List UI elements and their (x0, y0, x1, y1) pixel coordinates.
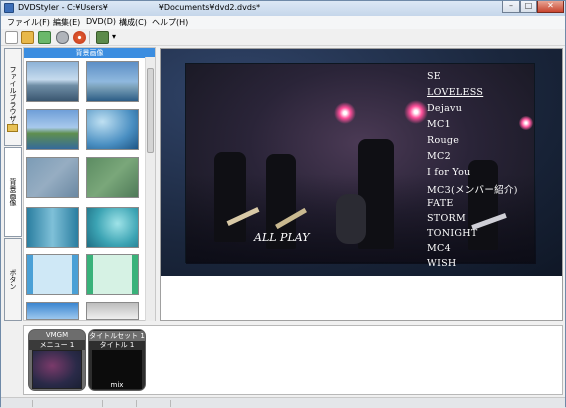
background-thumbnail[interactable] (26, 157, 79, 198)
titleset-header: VMGM (45, 331, 69, 339)
folder-icon (7, 124, 18, 132)
status-cell (33, 400, 103, 407)
menu-button-track[interactable]: WISH (427, 258, 457, 269)
menu-help[interactable]: ヘルプ(H) (152, 17, 188, 28)
background-thumbnail[interactable] (86, 61, 139, 102)
menu-button-track[interactable]: MC2 (427, 151, 451, 162)
menu-preview[interactable]: SE LOVELESS Dejavu MC1 Rouge MC2 I for Y… (161, 49, 562, 276)
drum-kit (336, 194, 366, 244)
new-file-icon[interactable] (5, 31, 18, 44)
export-dropdown-arrow-icon[interactable]: ▾ (112, 32, 116, 41)
side-tab-strip: ファイルブラウザー 背景画像 ボタン (4, 48, 22, 321)
export-icon[interactable] (96, 31, 109, 44)
background-thumbnail[interactable] (26, 254, 79, 295)
band-member-guitarist (214, 152, 246, 242)
menu-bar: ファイル(F) 編集(E) DVD(D) 構成(C) ヘルプ(H) (1, 16, 565, 29)
tab-file-browser-label: ファイルブラウザー (9, 65, 17, 129)
menu-button-track[interactable]: MC3(メンバー紹介) (427, 182, 518, 196)
title-bar: DVDStyler - C:¥Users¥ ¥Documents¥dvd2.dv… (1, 1, 565, 16)
menu-configuration[interactable]: 構成(C) (119, 17, 147, 28)
background-thumbnail[interactable] (86, 109, 139, 150)
status-cell (1, 400, 33, 407)
settings-wrench-icon[interactable] (56, 31, 69, 44)
menu-button-track[interactable]: MC1 (427, 119, 451, 130)
menu-button-track[interactable]: FATE (427, 198, 454, 209)
scrollbar-thumb[interactable] (147, 68, 154, 153)
background-thumbnail[interactable] (86, 157, 139, 198)
stage-light (334, 102, 356, 124)
tab-buttons[interactable]: ボタン (4, 238, 22, 321)
menu-button-track[interactable]: STORM (427, 213, 466, 224)
menu-editor-canvas[interactable]: SE LOVELESS Dejavu MC1 Rouge MC2 I for Y… (160, 48, 563, 321)
menu-button-track[interactable]: I for You (427, 167, 471, 178)
menu-thumbnail (32, 350, 82, 389)
menu-button-track[interactable]: Rouge (427, 135, 459, 146)
background-thumbnail[interactable] (26, 109, 79, 150)
background-thumbnail[interactable] (26, 207, 79, 248)
background-panel-header: 背景画像 (24, 48, 155, 58)
menu-button-track[interactable]: LOVELESS (427, 87, 483, 98)
toolbar: ▾ (1, 29, 565, 46)
titleset-manager: VMGM メニュー 1 タイトルセット 1 タイトル 1 mix (23, 325, 563, 395)
menu-button-track[interactable]: Dejavu (427, 103, 462, 114)
dvdstyler-app-icon (4, 3, 14, 13)
titleset-subheader: タイトル 1 (99, 341, 135, 349)
titleset-1-title[interactable]: タイトルセット 1 タイトル 1 mix (88, 329, 146, 391)
menu-button-track[interactable]: SE (427, 71, 441, 82)
background-thumbnail[interactable] (86, 254, 139, 295)
menu-file[interactable]: ファイル(F) (7, 17, 50, 28)
stage-light (404, 100, 428, 124)
title-caption: mix (110, 381, 124, 389)
minimize-button[interactable]: – (502, 1, 520, 13)
status-bar (1, 397, 565, 408)
status-cell (137, 400, 171, 407)
toolbar-separator (89, 31, 90, 44)
window-title: DVDStyler - C:¥Users¥ ¥Documents¥dvd2.dv… (18, 3, 261, 12)
add-file-icon[interactable] (38, 31, 51, 44)
tab-backgrounds[interactable]: 背景画像 (4, 147, 22, 237)
stage-light (519, 116, 533, 130)
menu-button-track[interactable]: MC4 (427, 243, 451, 254)
burn-disc-icon[interactable] (73, 31, 86, 44)
tab-backgrounds-label: 背景画像 (9, 178, 17, 206)
background-thumbnail[interactable] (26, 302, 79, 320)
menu-edit[interactable]: 編集(E) (53, 17, 80, 28)
menu-dvd[interactable]: DVD(D) (86, 17, 116, 26)
background-thumbnail[interactable] (26, 61, 79, 102)
status-cell (103, 400, 137, 407)
app-window: DVDStyler - C:¥Users¥ ¥Documents¥dvd2.dv… (0, 0, 566, 408)
titleset-subheader: メニュー 1 (29, 340, 85, 350)
background-panel: 背景画像 (23, 47, 156, 321)
background-thumbnail[interactable] (86, 207, 139, 248)
tab-buttons-label: ボタン (9, 269, 17, 290)
all-play-button[interactable]: ALL PLAY (254, 231, 310, 244)
background-panel-scrollbar[interactable] (145, 57, 155, 321)
menu-button-track[interactable]: TONIGHT (427, 228, 478, 239)
maximize-button[interactable]: □ (520, 1, 537, 13)
titleset-vmgm-menu[interactable]: VMGM メニュー 1 (28, 329, 86, 391)
close-button[interactable]: ✕ (537, 1, 564, 13)
open-folder-icon[interactable] (21, 31, 34, 44)
background-thumbnail[interactable] (86, 302, 139, 320)
